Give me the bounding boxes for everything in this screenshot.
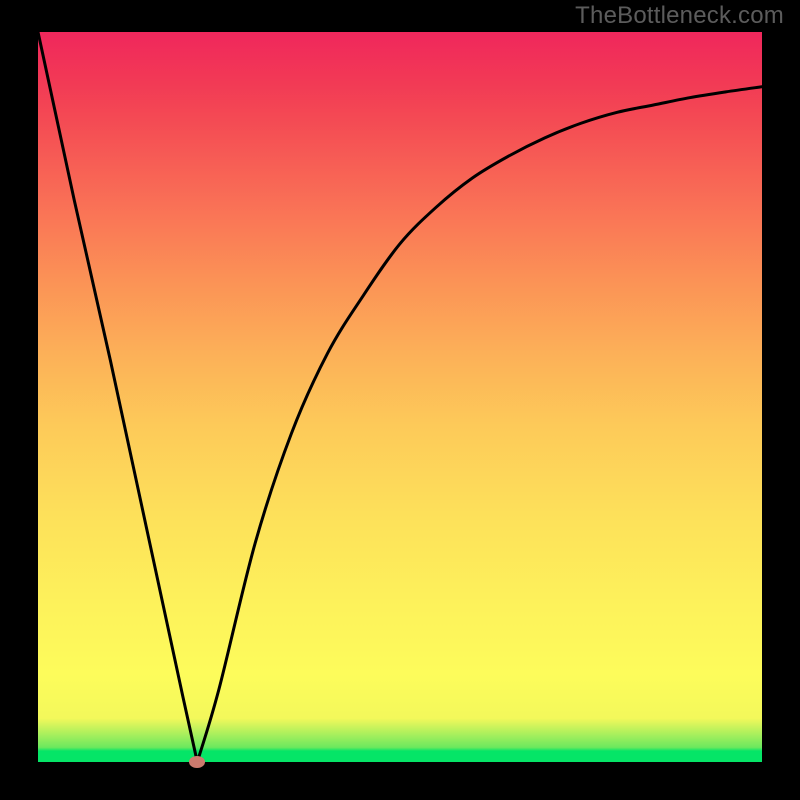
plot-area — [38, 32, 762, 762]
curve-svg — [38, 32, 762, 762]
minimum-marker — [189, 756, 205, 768]
chart-container: TheBottleneck.com — [0, 0, 800, 800]
watermark-text: TheBottleneck.com — [575, 2, 784, 30]
bottleneck-curve-path — [38, 32, 762, 762]
